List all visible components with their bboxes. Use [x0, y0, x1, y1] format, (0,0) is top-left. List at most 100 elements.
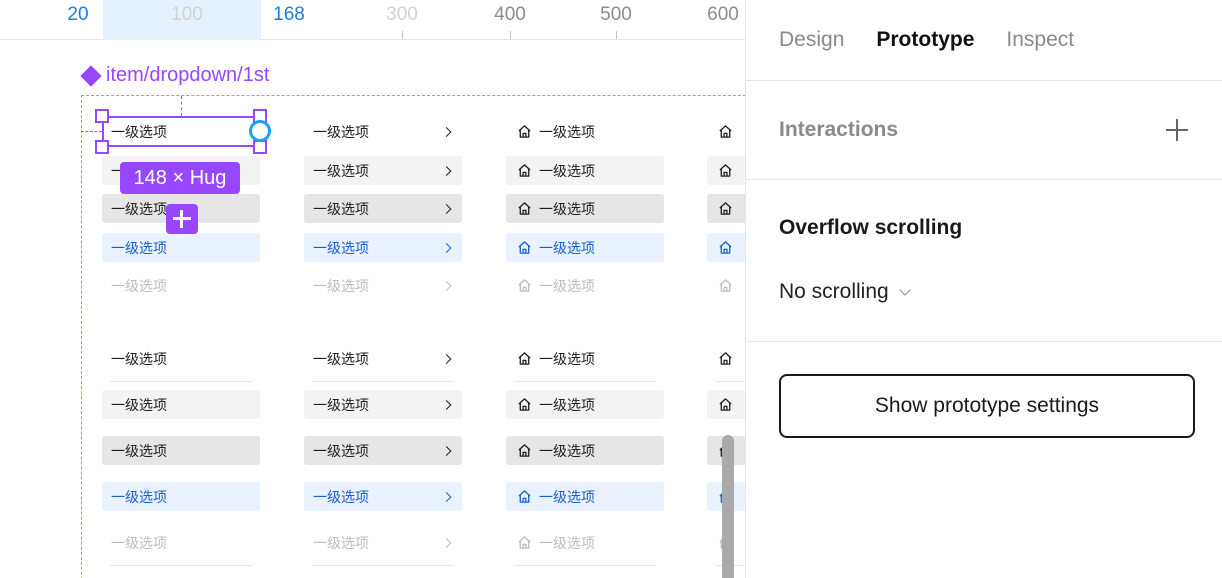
dropdown-item-default[interactable]	[707, 117, 745, 146]
resize-handle-top-left[interactable]	[95, 109, 109, 123]
ruler-tick-600: 600	[707, 4, 739, 25]
add-interaction-icon[interactable]	[1165, 118, 1189, 142]
dropdown-item-press[interactable]: 一级选项	[304, 194, 462, 223]
dropdown-item-press[interactable]: 一级选项	[304, 436, 462, 465]
dropdown-item-label: 一级选项	[539, 123, 595, 140]
tab-inspect[interactable]: Inspect	[1006, 28, 1074, 52]
dropdown-item-label: 一级选项	[111, 200, 167, 217]
dropdown-item-label: 一级选项	[539, 277, 595, 294]
dropdown-item-active[interactable]: 一级选项	[304, 233, 462, 262]
chevron-right-icon	[441, 126, 452, 137]
home-icon	[515, 488, 533, 506]
dropdown-item-disabled: 一级选项	[304, 271, 462, 300]
selection-box[interactable]	[102, 116, 260, 147]
dropdown-item-label: 一级选项	[111, 488, 167, 505]
home-icon	[716, 239, 734, 257]
dropdown-item-hover[interactable]	[707, 156, 745, 185]
dropdown-item-label: 一级选项	[111, 534, 167, 551]
dropdown-item-label: 一级选项	[111, 442, 167, 459]
dropdown-item-active[interactable]: 一级选项	[102, 233, 260, 262]
resize-handle-bottom-right[interactable]	[253, 140, 267, 154]
overflow-dropdown[interactable]: No scrolling	[779, 280, 911, 304]
dropdown-item-press[interactable]: 一级选项	[506, 436, 664, 465]
ruler-tick-400: 400	[494, 4, 526, 25]
interactions-section: Interactions	[746, 81, 1222, 180]
dropdown-item-active[interactable]: 一级选项	[304, 482, 462, 511]
dropdown-item-press[interactable]	[707, 194, 745, 223]
dropdown-item-label: 一级选项	[313, 396, 369, 413]
home-icon	[716, 200, 734, 218]
dropdown-item-label: 一级选项	[313, 277, 369, 294]
dropdown-item-active[interactable]	[707, 233, 745, 262]
home-icon	[716, 162, 734, 180]
overflow-title: Overflow scrolling	[779, 216, 963, 239]
dropdown-item-active[interactable]: 一级选项	[506, 233, 664, 262]
dropdown-item-label: 一级选项	[313, 239, 369, 256]
dropdown-item-hover[interactable]: 一级选项	[102, 390, 260, 419]
home-icon	[716, 277, 734, 295]
dropdown-item-hover[interactable]: 一级选项	[304, 156, 462, 185]
tab-design[interactable]: Design	[779, 28, 844, 52]
chevron-right-icon	[441, 445, 452, 456]
spacing-guide-horizontal	[81, 131, 102, 132]
chevron-right-icon	[441, 537, 452, 548]
dropdown-item-label: 一级选项	[313, 350, 369, 367]
plus-icon[interactable]	[166, 204, 198, 234]
ruler-mark	[402, 31, 403, 39]
dropdown-item-hover[interactable]	[707, 390, 745, 419]
home-icon	[515, 534, 533, 552]
dropdown-item-label: 一级选项	[313, 442, 369, 459]
chevron-right-icon	[441, 353, 452, 364]
dropdown-item-default[interactable]: 一级选项	[102, 344, 260, 382]
home-icon	[716, 123, 734, 141]
ruler-tick-20: 20	[67, 4, 89, 25]
dropdown-item-active[interactable]: 一级选项	[506, 482, 664, 511]
frame-label[interactable]: item/dropdown/1st	[80, 64, 270, 87]
dropdown-item-disabled: 一级选项	[304, 528, 462, 566]
prototype-connection-node[interactable]	[249, 120, 271, 142]
dropdown-item-hover[interactable]: 一级选项	[506, 156, 664, 185]
dropdown-item-label: 一级选项	[539, 350, 595, 367]
dropdown-item-default[interactable]: 一级选项	[506, 344, 664, 382]
home-icon	[515, 396, 533, 414]
dropdown-item-label: 一级选项	[313, 200, 369, 217]
resize-handle-bottom-left[interactable]	[95, 140, 109, 154]
home-icon	[716, 396, 734, 414]
dropdown-item-label: 一级选项	[111, 396, 167, 413]
dropdown-item-label: 一级选项	[313, 534, 369, 551]
chevron-right-icon	[441, 242, 452, 253]
overflow-value: No scrolling	[779, 280, 889, 303]
dropdown-item-press[interactable]: 一级选项	[102, 436, 260, 465]
horizontal-ruler: 20 100 168 300 400 500 600	[0, 0, 745, 40]
frame-name: item/dropdown/1st	[106, 64, 270, 86]
chevron-right-icon	[441, 203, 452, 214]
dropdown-item-disabled: 一级选项	[506, 528, 664, 566]
panel-tabs: Design Prototype Inspect	[746, 0, 1222, 81]
home-icon	[515, 239, 533, 257]
dropdown-item-press[interactable]: 一级选项	[506, 194, 664, 223]
dropdown-item-hover[interactable]: 一级选项	[506, 390, 664, 419]
dropdown-item-disabled: 一级选项	[506, 271, 664, 300]
home-icon	[716, 350, 734, 368]
design-canvas[interactable]: 20 100 168 300 400 500 600 item/dropdown…	[0, 0, 745, 578]
home-icon	[515, 200, 533, 218]
home-icon	[515, 350, 533, 368]
dropdown-item-default[interactable]: 一级选项	[304, 344, 462, 382]
ruler-mark	[510, 31, 511, 39]
dropdown-item-default[interactable]: 一级选项	[506, 117, 664, 146]
ruler-tick-100: 100	[171, 4, 203, 25]
size-badge: 148 × Hug	[120, 162, 240, 194]
dropdown-item-active[interactable]: 一级选项	[102, 482, 260, 511]
properties-panel: Design Prototype Inspect Interactions Ov…	[745, 0, 1222, 578]
dropdown-item-disabled	[707, 271, 745, 300]
show-prototype-settings-button[interactable]: Show prototype settings	[779, 374, 1195, 438]
tab-prototype[interactable]: Prototype	[876, 28, 974, 52]
canvas-scrollbar[interactable]	[722, 435, 734, 578]
dropdown-item-disabled: 一级选项	[102, 271, 260, 300]
dropdown-item-default[interactable]	[707, 344, 745, 382]
dropdown-item-hover[interactable]: 一级选项	[304, 390, 462, 419]
dropdown-item-label: 一级选项	[539, 534, 595, 551]
dropdown-item-label: 一级选项	[111, 239, 167, 256]
dropdown-item-default[interactable]: 一级选项	[304, 117, 462, 146]
chevron-right-icon	[441, 399, 452, 410]
